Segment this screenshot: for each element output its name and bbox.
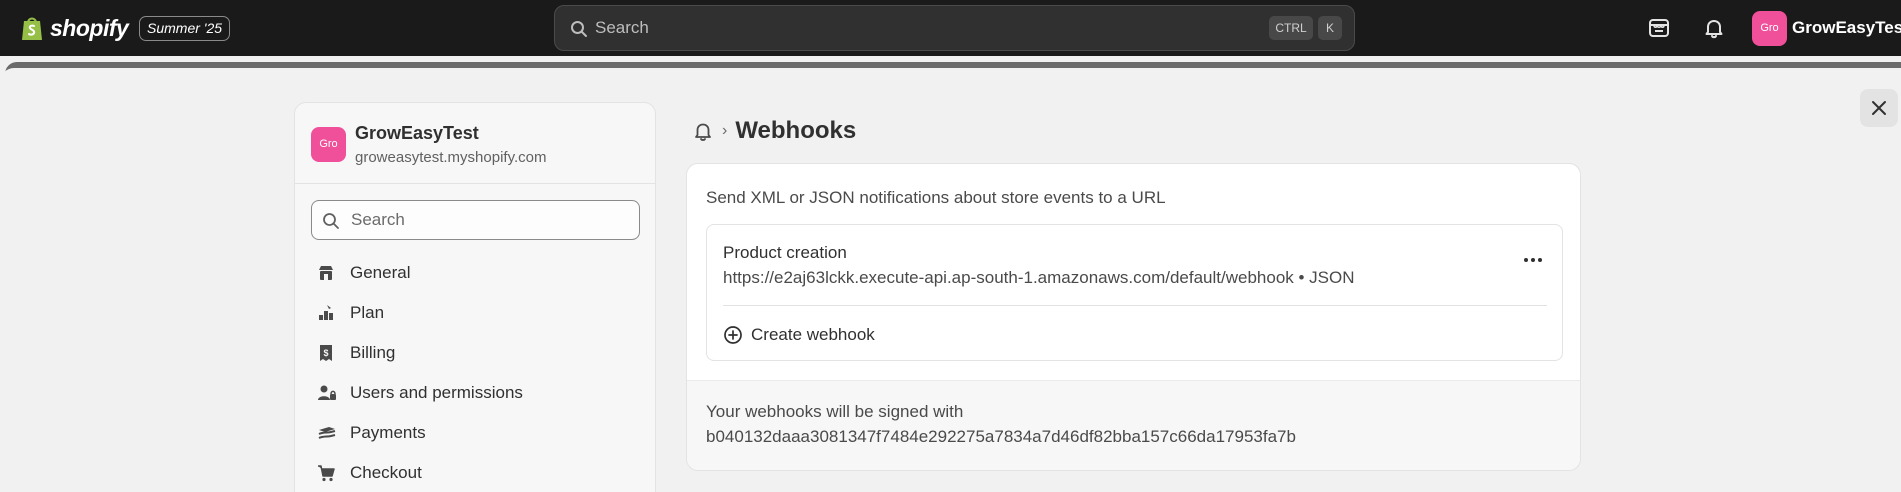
sidebar-item-checkout[interactable]: Checkout <box>295 453 655 492</box>
create-webhook-label: Create webhook <box>751 325 875 344</box>
sidebar-item-plan[interactable]: Plan <box>295 293 655 333</box>
signing-secret-label: Your webhooks will be signed with <box>706 402 964 421</box>
sidebar-item-label: Checkout <box>350 463 422 482</box>
sidebar-item-users[interactable]: Users and permissions <box>295 373 655 413</box>
breadcrumb: › Webhooks <box>692 116 856 146</box>
store-domain: groweasytest.myshopify.com <box>355 149 547 166</box>
sidebar-item-label: Payments <box>350 423 426 442</box>
store-name: GrowEasyTest <box>355 123 479 143</box>
settings-search-input[interactable]: Search <box>311 200 640 240</box>
cart-icon <box>318 465 335 482</box>
store-header: Gro GrowEasyTest groweasytest.myshopify.… <box>295 103 655 184</box>
search-placeholder: Search <box>595 18 649 37</box>
receipt-icon: $ <box>320 345 332 361</box>
bell-icon[interactable] <box>692 120 714 142</box>
sidebar-item-label: Users and permissions <box>350 383 523 402</box>
chevron-right-icon: › <box>722 122 728 139</box>
sidebar-item-payments[interactable]: Payments <box>295 413 655 453</box>
shortcut-k-key: K <box>1318 16 1342 40</box>
account-shop-name[interactable]: GrowEasyTest <box>1792 0 1901 56</box>
global-search-bar[interactable]: Search CTRL K <box>554 5 1355 51</box>
shopify-logo[interactable]: shopify <box>20 14 129 42</box>
sidebar-item-label: Billing <box>350 343 396 362</box>
account-avatar[interactable]: Gro <box>1752 11 1787 46</box>
edition-badge[interactable]: Summer '25 <box>139 16 231 41</box>
page-title: Webhooks <box>735 117 857 144</box>
store-avatar: Gro <box>311 127 346 162</box>
settings-nav: General Plan $ Billing Users and permiss… <box>295 253 655 492</box>
close-button[interactable] <box>1860 89 1898 127</box>
store-icon[interactable] <box>1647 16 1671 40</box>
signing-secret-value: b040132daaa3081347f7484e292275a7834a7d46… <box>706 427 1296 446</box>
webhooks-card: Send XML or JSON notifications about sto… <box>686 163 1581 471</box>
svg-text:$: $ <box>323 348 328 358</box>
webhook-list: Product creation https://e2aj63lckk.exec… <box>706 224 1563 361</box>
sidebar-item-label: Plan <box>350 303 385 322</box>
divider <box>723 305 1547 306</box>
store-icon <box>319 266 333 280</box>
search-icon <box>323 213 339 229</box>
settings-search-placeholder: Search <box>351 210 405 229</box>
webhook-url: https://e2aj63lckk.execute-api.ap-south-… <box>723 268 1355 287</box>
plan-icon <box>319 305 333 320</box>
signing-secret-section: Your webhooks will be signed with b04013… <box>687 380 1580 470</box>
payments-icon <box>318 427 336 439</box>
top-bar: shopify Summer '25 Search CTRL K Gro Gro… <box>0 0 1901 56</box>
settings-sidebar: Gro GrowEasyTest groweasytest.myshopify.… <box>294 102 656 492</box>
shopify-bag-icon <box>22 17 42 40</box>
sidebar-item-general[interactable]: General <box>295 253 655 293</box>
shortcut-ctrl-key: CTRL <box>1269 16 1313 40</box>
webhooks-description: Send XML or JSON notifications about sto… <box>706 188 1166 207</box>
plus-circle-icon <box>724 326 742 344</box>
close-icon <box>1872 101 1886 115</box>
search-icon <box>571 21 587 37</box>
create-webhook-button[interactable]: Create webhook <box>723 323 875 347</box>
sidebar-item-billing[interactable]: $ Billing <box>295 333 655 373</box>
bell-icon[interactable] <box>1702 16 1726 40</box>
sidebar-item-label: General <box>350 263 411 282</box>
webhook-event[interactable]: Product creation <box>723 243 847 263</box>
shopify-wordmark: shopify <box>50 14 129 41</box>
users-icon <box>318 385 336 400</box>
more-actions-icon[interactable] <box>1520 253 1546 267</box>
